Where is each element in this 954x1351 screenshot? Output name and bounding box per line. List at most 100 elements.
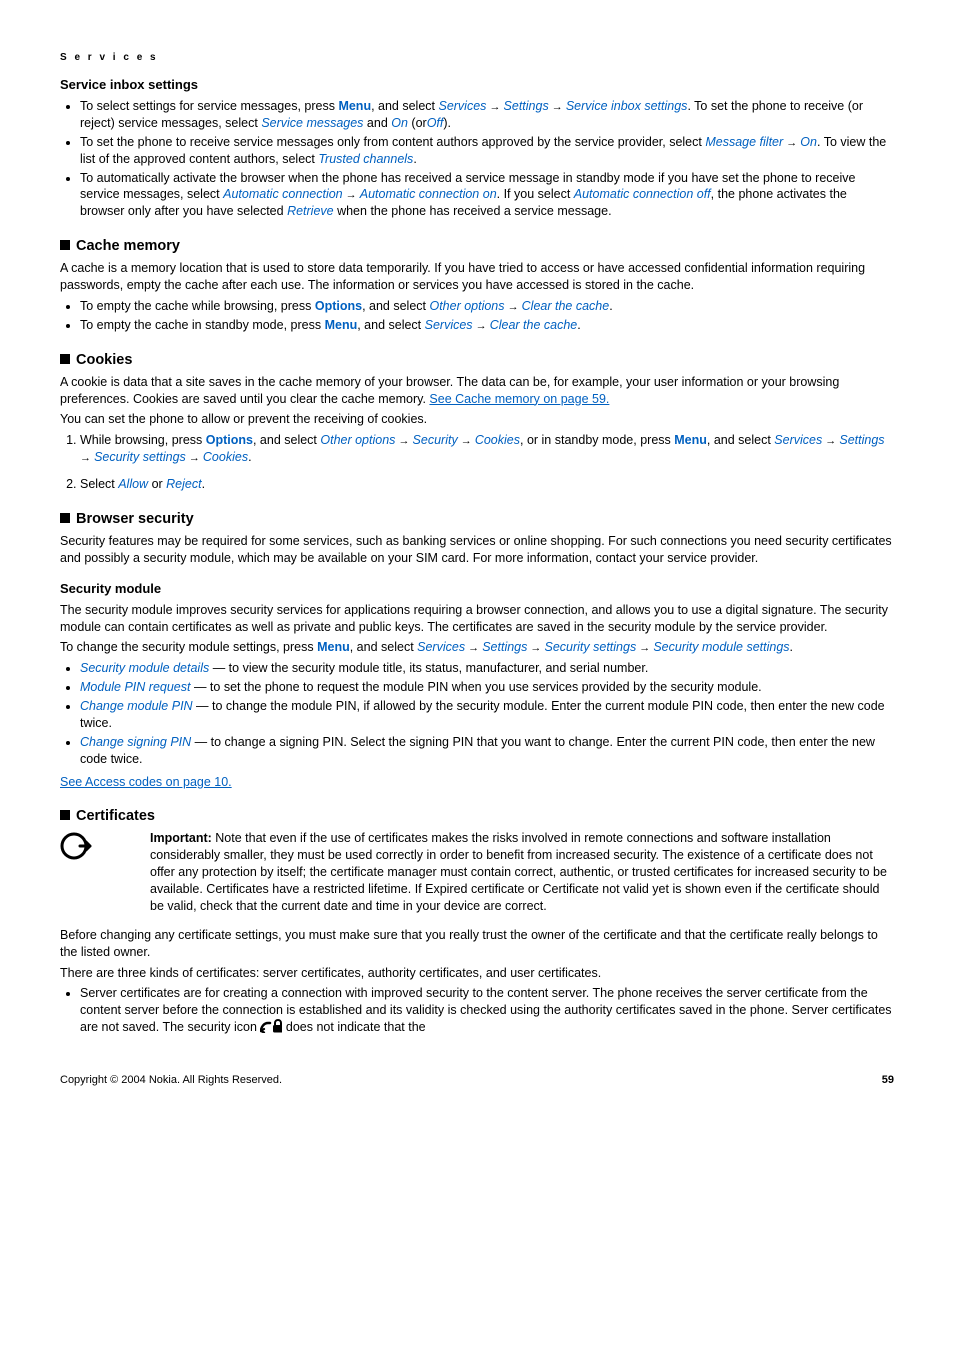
text: , and select [362, 299, 429, 313]
option: Retrieve [287, 204, 334, 218]
cache-list: To empty the cache while browsing, press… [60, 298, 894, 334]
certs-list: Server certificates are for creating a c… [60, 985, 894, 1036]
important-label: Important: [150, 831, 215, 845]
text: — to view the security module title, its… [209, 661, 648, 675]
option: Security module details [80, 661, 209, 675]
square-bullet-icon [60, 354, 70, 364]
text: (or [408, 116, 427, 130]
text: — to change the module PIN, if allowed b… [80, 699, 885, 730]
text: , and select [253, 433, 320, 447]
option: Service messages [261, 116, 363, 130]
heading-text: Cache memory [76, 238, 180, 254]
text: when the phone has received a service me… [334, 204, 612, 218]
list-item: Security module details — to view the se… [80, 660, 894, 677]
text: To empty the cache in standby mode, pres… [80, 318, 325, 332]
list-item: To empty the cache while browsing, press… [80, 298, 894, 315]
service-inbox-list: To select settings for service messages,… [60, 98, 894, 220]
arrow-icon: → [527, 642, 544, 654]
option: On [800, 135, 817, 149]
heading-text: Cookies [76, 352, 132, 368]
text: To empty the cache while browsing, press [80, 299, 315, 313]
heading-certificates: Certificates [60, 808, 894, 824]
option: Change module PIN [80, 699, 193, 713]
text: , or in standby mode, press [520, 433, 674, 447]
path-part: Services [417, 640, 465, 654]
path-part: Cookies [203, 450, 248, 464]
heading-cookies: Cookies [60, 352, 894, 368]
option: Reject [166, 477, 201, 491]
option: Automatic connection [223, 187, 343, 201]
path-part: Other options [320, 433, 395, 447]
square-bullet-icon [60, 240, 70, 250]
text: — to change a signing PIN. Select the si… [80, 735, 875, 766]
path-part: Settings [482, 640, 527, 654]
path-part: Clear the cache [490, 318, 578, 332]
text: . [202, 477, 205, 491]
copyright: Copyright © 2004 Nokia. All Rights Reser… [60, 1074, 762, 1086]
menu-key: Menu [317, 640, 350, 654]
menu-key: Menu [674, 433, 707, 447]
text: . [790, 640, 793, 654]
paragraph: Before changing any certificate settings… [60, 927, 894, 961]
cookies-steps: While browsing, press Options, and selec… [60, 432, 894, 493]
list-item: While browsing, press Options, and selec… [80, 432, 894, 466]
text: Server certificates are for creating a c… [80, 986, 892, 1034]
square-bullet-icon [60, 513, 70, 523]
text: — to set the phone to request the module… [190, 680, 761, 694]
text: , and select [357, 318, 424, 332]
text: or [148, 477, 166, 491]
list-item: To select settings for service messages,… [80, 98, 894, 132]
path-part: Security [413, 433, 458, 447]
option: Trusted channels [318, 152, 413, 166]
option: Module PIN request [80, 680, 190, 694]
link-cache-memory[interactable]: See Cache memory on page 59. [429, 392, 609, 406]
list-item: Change module PIN — to change the module… [80, 698, 894, 732]
list-item: To empty the cache in standby mode, pres… [80, 317, 894, 334]
option: Off [427, 116, 444, 130]
text: . [609, 299, 612, 313]
arrow-icon: → [343, 189, 360, 201]
path-part: Settings [839, 433, 884, 447]
paragraph: Security features may be required for so… [60, 533, 894, 567]
arrow-icon: → [395, 435, 412, 447]
list-item: Module PIN request — to set the phone to… [80, 679, 894, 696]
path-part: Other options [429, 299, 504, 313]
path-part: Clear the cache [522, 299, 610, 313]
arrow-icon: → [80, 452, 94, 464]
option: On [391, 116, 408, 130]
text: . If you select [497, 187, 574, 201]
important-icon [60, 830, 150, 918]
path-part: Settings [504, 99, 549, 113]
text: ). [443, 116, 451, 130]
text: To change the security module settings, … [60, 640, 317, 654]
list-item: Select Allow or Reject. [80, 476, 894, 493]
option: Allow [118, 477, 148, 491]
chapter-header: S e r v i c e s [60, 52, 894, 63]
text: To set the phone to receive service mess… [80, 135, 705, 149]
square-bullet-icon [60, 810, 70, 820]
heading-text: Certificates [76, 808, 155, 824]
security-lock-icon [260, 1019, 282, 1033]
menu-key: Menu [338, 99, 371, 113]
text: . [413, 152, 416, 166]
important-note: Important: Note that even if the use of … [150, 830, 894, 914]
option: Automatic connection off [574, 187, 711, 201]
text: Select [80, 477, 118, 491]
text: , and select [707, 433, 774, 447]
path-part: Services [425, 318, 473, 332]
text: . [248, 450, 251, 464]
path-part: Services [438, 99, 486, 113]
arrow-icon: → [505, 301, 522, 313]
text: , and select [371, 99, 438, 113]
arrow-icon: → [783, 137, 800, 149]
paragraph: A cookie is data that a site saves in th… [60, 374, 894, 408]
option: Change signing PIN [80, 735, 191, 749]
heading-cache: Cache memory [60, 238, 894, 254]
arrow-icon: → [186, 452, 203, 464]
list-item: To set the phone to receive service mess… [80, 134, 894, 168]
link-access-codes[interactable]: See Access codes on page 10. [60, 775, 232, 789]
options-key: Options [206, 433, 253, 447]
option: Automatic connection on [360, 187, 497, 201]
text: . [577, 318, 580, 332]
arrow-icon: → [465, 642, 482, 654]
